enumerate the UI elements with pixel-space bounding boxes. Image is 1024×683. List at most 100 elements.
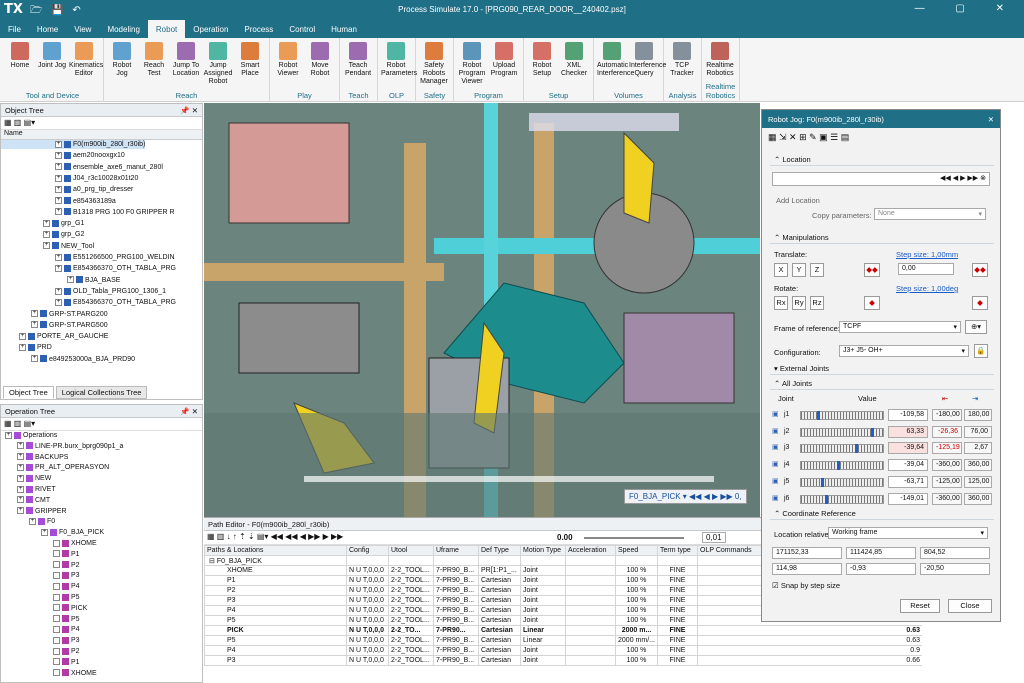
joint-slider[interactable] bbox=[800, 494, 884, 504]
table-cell-motion[interactable]: Joint bbox=[520, 645, 566, 656]
table-cell-name[interactable]: XHOME bbox=[204, 565, 347, 576]
table-cell-uframe[interactable]: 7-PR90_B... bbox=[433, 565, 479, 576]
expand-icon[interactable] bbox=[53, 572, 60, 580]
coordinate-field[interactable]: -0,93 bbox=[846, 563, 916, 575]
expand-icon[interactable]: + bbox=[5, 431, 12, 439]
table-cell-uframe[interactable]: 7-PR90_B... bbox=[433, 645, 479, 656]
operation-item[interactable]: P3 bbox=[1, 571, 80, 580]
ribbon-button[interactable]: Joint Jog bbox=[37, 42, 67, 70]
ribbon-button[interactable]: Move Robot bbox=[305, 42, 335, 78]
name-column-header[interactable]: Name bbox=[1, 130, 202, 140]
expand-icon[interactable] bbox=[53, 582, 60, 590]
expand-icon[interactable]: + bbox=[31, 355, 38, 363]
tree-item[interactable]: + BJA_BASE bbox=[1, 276, 120, 285]
table-cell-uframe[interactable]: 7-PR90_B... bbox=[433, 575, 479, 586]
sim-progress-bar[interactable] bbox=[304, 476, 714, 482]
expand-icon[interactable] bbox=[53, 636, 60, 644]
reset-button[interactable]: Reset bbox=[900, 599, 940, 613]
table-cell-config[interactable]: N U T,0,0,0 bbox=[346, 615, 389, 626]
joint-slider[interactable] bbox=[800, 427, 884, 437]
cell-3d-scene[interactable] bbox=[204, 103, 760, 517]
table-cell-accel[interactable] bbox=[565, 615, 616, 626]
table-cell-motion[interactable]: Joint bbox=[520, 585, 566, 596]
table-cell-accel[interactable] bbox=[565, 565, 616, 576]
operation-item[interactable]: + BACKUPS bbox=[1, 453, 68, 462]
operation-item[interactable]: P5 bbox=[1, 593, 80, 602]
menu-modeling[interactable]: Modeling bbox=[99, 20, 147, 38]
table-cell-motion[interactable]: Linear bbox=[520, 635, 566, 646]
expand-icon[interactable]: + bbox=[41, 528, 48, 536]
table-cell-config[interactable]: N U T,0,0,0 bbox=[346, 565, 389, 576]
expand-icon[interactable]: + bbox=[55, 151, 62, 159]
table-cell-speed[interactable]: 100 % bbox=[615, 645, 658, 656]
table-cell-uframe[interactable]: 7-PR90_B... bbox=[433, 585, 479, 596]
translate-value-field[interactable]: 0,00 bbox=[898, 263, 954, 275]
tree-item[interactable]: + GRP-ST.PARG200 bbox=[1, 310, 108, 319]
table-cell-def[interactable]: Cartesian bbox=[478, 615, 521, 626]
translate-minus-button[interactable]: ◆◆ bbox=[864, 263, 880, 277]
table-cell-name[interactable]: P5 bbox=[204, 635, 347, 646]
expand-icon[interactable]: + bbox=[19, 344, 26, 352]
ribbon-button[interactable]: Interference Query bbox=[629, 42, 666, 78]
tree-item[interactable]: + GRP-ST.PARG500 bbox=[1, 321, 108, 330]
expand-icon[interactable]: + bbox=[17, 442, 24, 450]
table-cell-accel[interactable] bbox=[565, 655, 616, 666]
all-joints-section[interactable]: ⌃ All Joints bbox=[770, 378, 994, 390]
operation-item[interactable]: XHOME bbox=[1, 539, 97, 548]
ribbon-button[interactable]: Safety Robots Manager bbox=[419, 42, 449, 86]
expand-icon[interactable]: + bbox=[17, 453, 24, 461]
menu-process[interactable]: Process bbox=[236, 20, 281, 38]
joint-slider-knob[interactable] bbox=[837, 461, 840, 471]
translate-step-link[interactable]: Step size: 1,00mm bbox=[896, 250, 958, 259]
table-cell-utool[interactable]: 2-2_TOOL... bbox=[388, 575, 434, 586]
column-header[interactable]: Config bbox=[346, 545, 389, 556]
expand-icon[interactable]: + bbox=[31, 310, 38, 318]
frame-of-reference-select[interactable]: TCPF ▾ bbox=[839, 321, 961, 333]
rotate-rx-button[interactable]: Rx bbox=[774, 296, 788, 310]
column-header[interactable]: Def Type bbox=[478, 545, 521, 556]
table-cell-uframe[interactable]: 7-PR90_B... bbox=[433, 595, 479, 606]
menu-control[interactable]: Control bbox=[281, 20, 323, 38]
table-cell-config[interactable]: N U T,0,0,0 bbox=[346, 625, 389, 636]
operation-item[interactable]: P4 bbox=[1, 625, 80, 634]
ribbon-button[interactable]: Realtime Robotics bbox=[705, 42, 735, 78]
joint-value-field[interactable]: -39,64 bbox=[888, 442, 928, 455]
table-cell-name[interactable]: P5 bbox=[204, 615, 347, 626]
external-joints-section[interactable]: ▾ External Joints bbox=[770, 363, 994, 375]
ribbon-button[interactable]: Robot Program Viewer bbox=[457, 42, 487, 86]
table-cell-def[interactable]: Cartesian bbox=[478, 595, 521, 606]
table-cell-motion[interactable]: Joint bbox=[520, 605, 566, 616]
table-cell-name[interactable]: P3 bbox=[204, 595, 347, 606]
tree-item[interactable]: + PORTE_AR_GAUCHE bbox=[1, 332, 108, 341]
table-row[interactable]: PICK N U T,0,0,0 2-2_TO... 7-PR90... Cartesi… bbox=[204, 625, 922, 636]
expand-icon[interactable]: + bbox=[55, 298, 62, 306]
table-cell-extra[interactable]: 0.63 bbox=[697, 625, 922, 636]
expand-icon[interactable] bbox=[53, 615, 60, 623]
operation-item[interactable]: P2 bbox=[1, 561, 80, 570]
joint-value-field[interactable]: 63,33 bbox=[888, 425, 928, 438]
sim-operation-label[interactable]: F0_BJA_PICK bbox=[629, 492, 681, 501]
menu-home[interactable]: Home bbox=[29, 20, 66, 38]
expand-icon[interactable]: + bbox=[31, 321, 38, 329]
table-cell-speed[interactable]: 100 % bbox=[615, 575, 658, 586]
expand-icon[interactable] bbox=[53, 561, 60, 569]
expand-icon[interactable]: + bbox=[17, 464, 24, 472]
viewer-toolbar[interactable] bbox=[529, 113, 679, 131]
tree-item[interactable]: + aem20nooxgx10 bbox=[1, 151, 125, 160]
step-value[interactable]: 0,01 bbox=[702, 532, 726, 543]
table-cell-name[interactable]: P4 bbox=[204, 645, 347, 656]
column-header[interactable]: Term type bbox=[657, 545, 698, 556]
expand-icon[interactable] bbox=[53, 669, 60, 677]
table-cell-extra[interactable]: 0.9 bbox=[697, 645, 922, 656]
operation-item[interactable]: PICK bbox=[1, 604, 87, 613]
rotate-ry-button[interactable]: Ry bbox=[792, 296, 806, 310]
tree-item[interactable]: + F0(m900ib_280l_r30ib) bbox=[1, 140, 146, 149]
chevron-down-icon[interactable]: ▾ bbox=[980, 529, 984, 537]
table-cell-term[interactable]: FINE bbox=[657, 575, 698, 586]
tab-0[interactable]: Object Tree bbox=[3, 386, 54, 399]
table-cell-accel[interactable] bbox=[565, 575, 616, 586]
table-cell-accel[interactable] bbox=[565, 635, 616, 646]
table-cell-term[interactable]: FINE bbox=[657, 635, 698, 646]
window-controls[interactable]: — ▢ ✕ bbox=[915, 3, 1018, 14]
column-header[interactable]: Speed bbox=[615, 545, 658, 556]
